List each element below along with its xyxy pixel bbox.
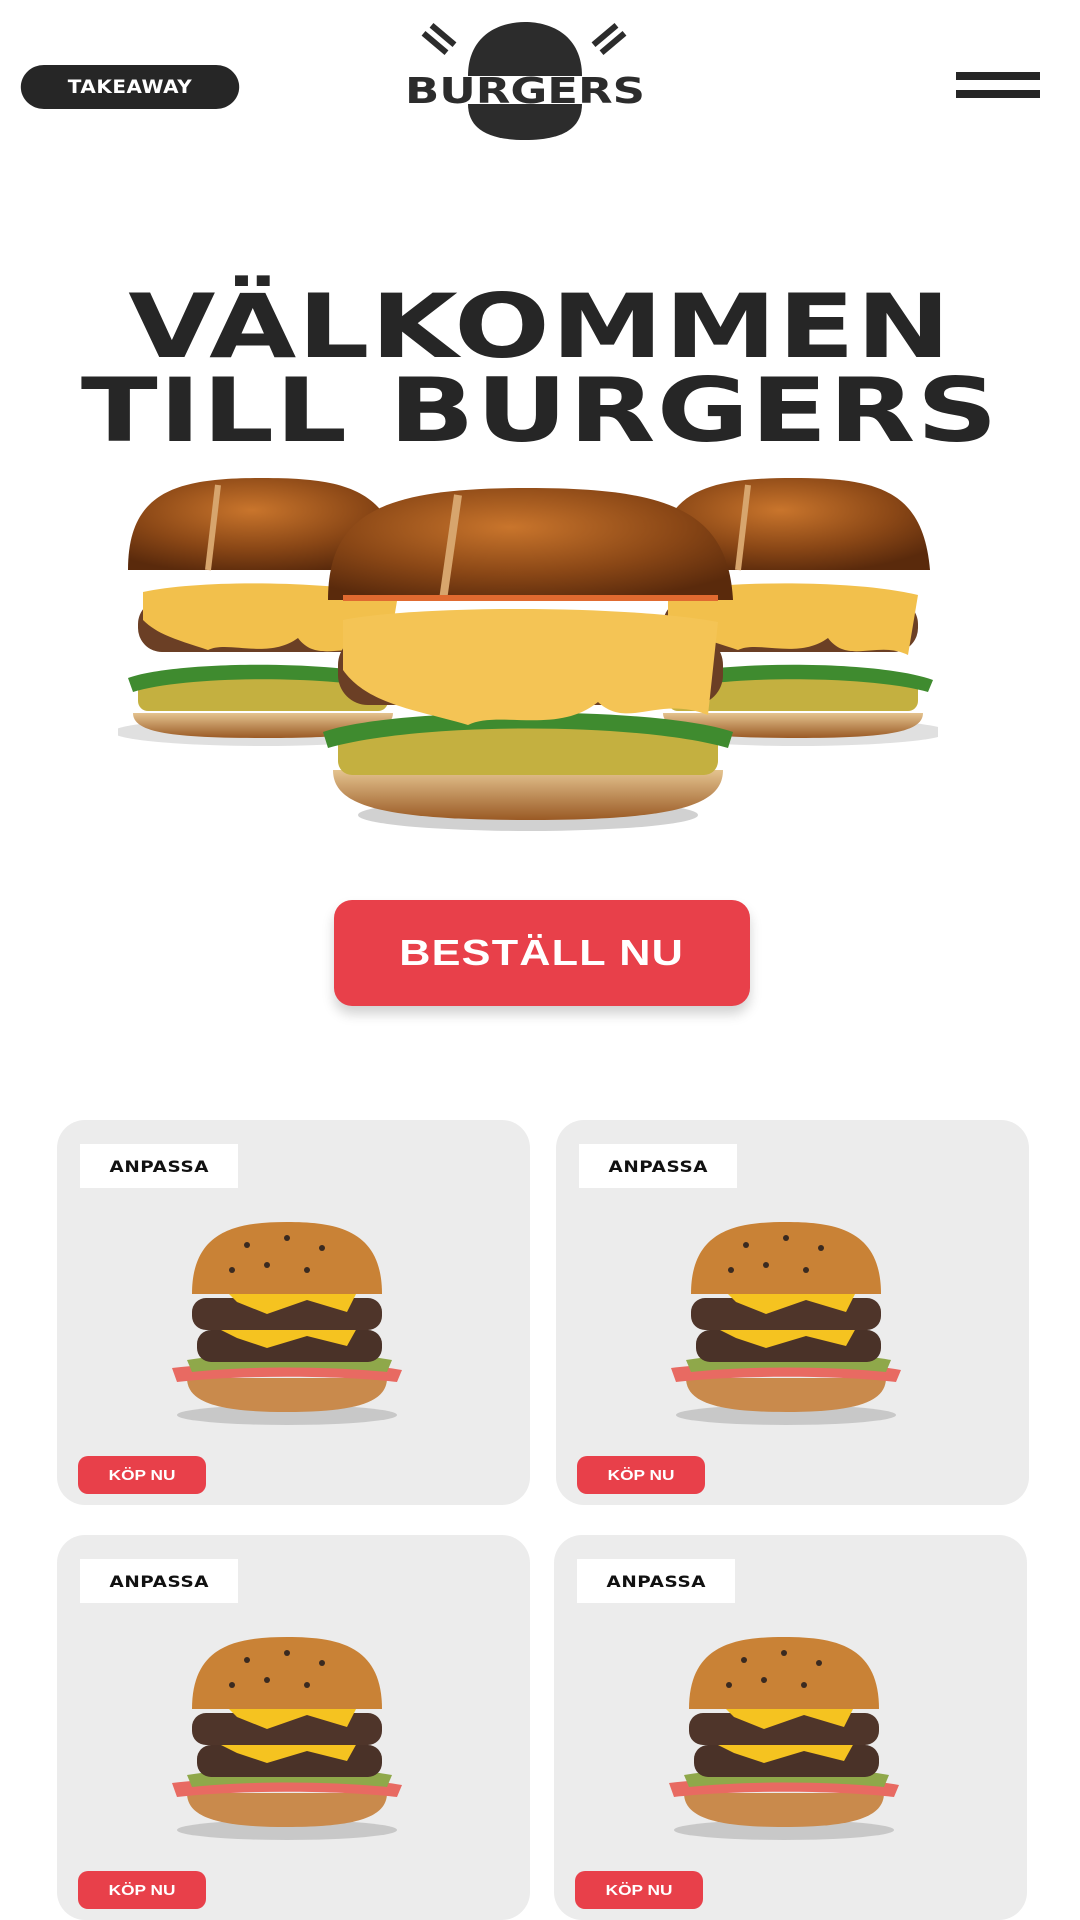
product-burger-image xyxy=(157,1220,417,1430)
product-card[interactable]: ANPASSA KÖP NU xyxy=(556,1120,1029,1505)
product-burger-image xyxy=(654,1635,914,1845)
customize-tag[interactable]: ANPASSA xyxy=(80,1144,238,1188)
customize-tag[interactable]: ANPASSA xyxy=(579,1144,737,1188)
product-card[interactable]: ANPASSA KÖP NU xyxy=(554,1535,1027,1920)
hamburger-menu-icon[interactable] xyxy=(956,70,1040,104)
order-now-button[interactable]: BESTÄLL NU xyxy=(334,900,750,1006)
buy-now-button[interactable]: KÖP NU xyxy=(78,1456,206,1494)
customize-tag-label: ANPASSA xyxy=(606,1571,706,1591)
buy-now-button[interactable]: KÖP NU xyxy=(78,1871,206,1909)
customize-tag[interactable]: ANPASSA xyxy=(577,1559,735,1603)
menu-bar-top xyxy=(956,72,1040,80)
order-now-label: BESTÄLL NU xyxy=(399,932,685,973)
buy-now-button[interactable]: KÖP NU xyxy=(577,1456,705,1494)
customize-tag[interactable]: ANPASSA xyxy=(80,1559,238,1603)
buy-now-label: KÖP NU xyxy=(108,1881,176,1899)
hero-title-line-1: VÄLKOMMEN xyxy=(128,275,952,378)
product-card[interactable]: ANPASSA KÖP NU xyxy=(57,1535,530,1920)
menu-bar-bottom xyxy=(956,90,1040,98)
buy-now-label: KÖP NU xyxy=(108,1466,176,1484)
hero-burgers-image xyxy=(113,470,948,840)
customize-tag-label: ANPASSA xyxy=(608,1156,708,1176)
takeaway-button[interactable]: TAKEAWAY xyxy=(20,65,240,109)
logo-text: BURGERS xyxy=(405,71,645,112)
buy-now-label: KÖP NU xyxy=(605,1881,673,1899)
customize-tag-label: ANPASSA xyxy=(109,1156,209,1176)
logo-graphic: BURGERS xyxy=(400,22,650,140)
customize-tag-label: ANPASSA xyxy=(109,1571,209,1591)
buy-now-label: KÖP NU xyxy=(607,1466,675,1484)
buy-now-button[interactable]: KÖP NU xyxy=(575,1871,703,1909)
product-burger-image xyxy=(656,1220,916,1430)
product-card[interactable]: ANPASSA KÖP NU xyxy=(57,1120,530,1505)
product-burger-image xyxy=(157,1635,417,1845)
hero-title-line-2: TILL BURGERS xyxy=(80,359,1000,462)
hero-title: VÄLKOMMEN TILL BURGERS xyxy=(0,275,1080,462)
burgers-logo[interactable]: BURGERS xyxy=(400,18,650,143)
